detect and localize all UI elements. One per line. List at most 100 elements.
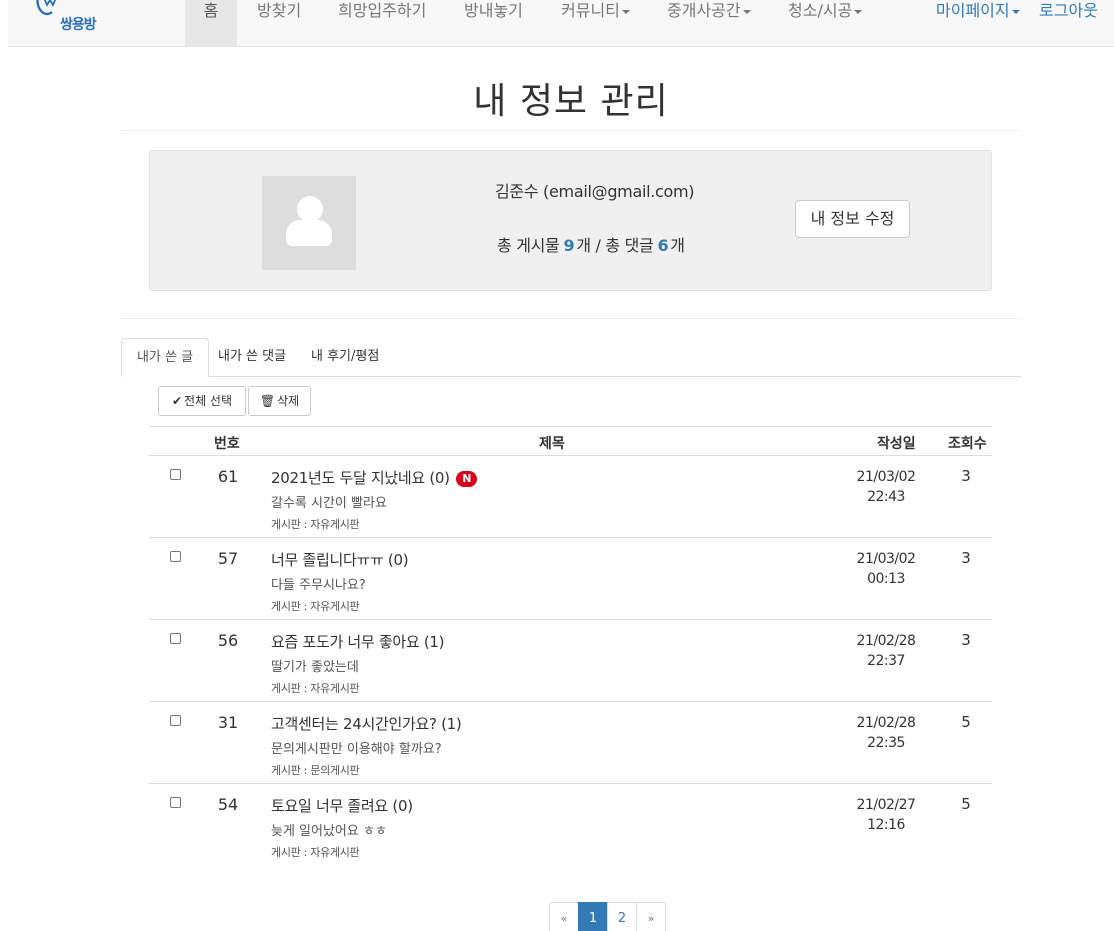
table-row[interactable]: 61 2021년도 두달 지났네요 (0) N 갈수록 시간이 빨라요 게시판 … (149, 455, 992, 537)
row-date-time: 00:13 (867, 571, 905, 587)
tab-my-posts[interactable]: 내가 쓴 글 (121, 338, 210, 377)
table-row[interactable]: 31 고객센터는 24시간인가요? (1) 문의게시판만 이용해야 할까요? 게… (149, 701, 992, 783)
chevron-down-icon (854, 9, 863, 14)
row-date: 21/02/28 22:35 (851, 713, 921, 753)
count-suffix: 개 (670, 236, 685, 255)
table-top-border (149, 426, 992, 427)
row-views: 3 (961, 549, 971, 567)
pagination-prev-button[interactable]: « (549, 902, 579, 931)
nav-list-room-label: 방내놓기 (464, 1, 523, 20)
row-board: 게시판 : 문의게시판 (271, 764, 360, 777)
house-logo-icon (36, 0, 57, 16)
divider (121, 318, 1021, 319)
tab-my-comments[interactable]: 내가 쓴 댓글 (203, 338, 301, 377)
row-summary: 다들 주무시나요? (271, 578, 366, 593)
row-board: 게시판 : 자유게시판 (271, 600, 360, 613)
select-all-button[interactable]: ✔ 전체 선택 (158, 386, 246, 416)
check-icon: ✔ (171, 394, 183, 408)
table-row[interactable]: 57 너무 졸립니다ㅠㅠ (0) 다들 주무시나요? 게시판 : 자유게시판 2… (149, 537, 992, 619)
table-row[interactable]: 56 요즘 포도가 너무 좋아요 (1) 딸기가 좋았는데 게시판 : 자유게시… (149, 619, 992, 701)
row-board: 게시판 : 자유게시판 (271, 846, 360, 859)
user-silhouette-icon (297, 196, 323, 222)
row-title-link[interactable]: 너무 졸립니다ㅠㅠ (0) (271, 549, 409, 570)
nav-cleaning-label: 청소/시공 (788, 1, 853, 20)
row-title: 요즘 포도가 너무 좋아요 (1) (271, 633, 445, 651)
nav-mypage-label: 마이페이지 (936, 1, 1010, 20)
user-stats: 총 게시물 9 개 / 총 댓글 6 개 (497, 232, 685, 256)
posts-label: 총 게시물 (497, 236, 560, 255)
row-title: 고객센터는 24시간인가요? (1) (271, 715, 462, 733)
comments-count: 6 (657, 236, 669, 255)
trash-icon: 🗑 (259, 394, 276, 408)
posts-count: 9 (563, 236, 575, 255)
row-date-day: 21/02/27 (856, 797, 916, 813)
nav-cleaning[interactable]: 청소/시공 (788, 0, 863, 46)
nav-community-label: 커뮤니티 (561, 1, 620, 20)
nav-logout[interactable]: 로그아웃 (1039, 0, 1098, 46)
row-date: 21/02/28 22:37 (851, 631, 921, 671)
row-checkbox[interactable] (170, 633, 181, 644)
pagination-next-button[interactable]: » (636, 902, 666, 931)
row-date-day: 21/03/02 (856, 469, 916, 485)
row-date: 21/03/02 22:43 (851, 467, 921, 507)
nav-find-room[interactable]: 방찾기 (257, 0, 301, 46)
row-board: 게시판 : 자유게시판 (271, 518, 360, 531)
avatar (262, 176, 356, 270)
row-checkbox[interactable] (170, 551, 181, 562)
row-title: 2021년도 두달 지났네요 (0) (271, 469, 450, 487)
tab-my-reviews[interactable]: 내 후기/평점 (296, 338, 394, 377)
row-title-link[interactable]: 요즘 포도가 너무 좋아요 (1) (271, 631, 445, 652)
top-navbar: 쌍용방 홈 방찾기 희망입주하기 방내놓기 커뮤니티 중개사공간 청소/시공 마… (8, 0, 1114, 47)
row-checkbox[interactable] (170, 797, 181, 808)
row-views: 3 (961, 631, 971, 649)
row-title: 토요일 너무 졸려요 (0) (271, 797, 413, 815)
row-number: 57 (217, 549, 239, 568)
row-title-link[interactable]: 2021년도 두달 지났네요 (0) N (271, 467, 478, 488)
pagination-page-1[interactable]: 1 (578, 902, 608, 931)
nav-home[interactable]: 홈 (185, 0, 237, 46)
nav-home-label: 홈 (203, 1, 219, 20)
profile-panel: 김준수 (email@gmail.com) 총 게시물 9 개 / 총 댓글 6 개 내… (149, 150, 992, 291)
user-name-email: 김준수 (email@gmail.com) (495, 182, 695, 201)
brand-logo-link[interactable]: 쌍용방 (20, 0, 100, 46)
row-date-day: 21/02/28 (856, 633, 916, 649)
row-number: 56 (217, 631, 239, 650)
row-date-time: 12:16 (867, 817, 905, 833)
pagination-page-2[interactable]: 2 (607, 902, 637, 931)
row-date: 21/03/02 00:13 (851, 549, 921, 589)
row-summary: 딸기가 좋았는데 (271, 660, 359, 675)
chevron-down-icon (742, 9, 751, 14)
row-date-time: 22:37 (867, 653, 905, 669)
row-views: 5 (961, 713, 971, 731)
divider (121, 130, 1021, 131)
nav-list-room[interactable]: 방내놓기 (464, 0, 523, 46)
nav-mypage[interactable]: 마이페이지 (936, 0, 1020, 46)
delete-label: 삭제 (277, 394, 300, 408)
row-date-day: 21/03/02 (856, 551, 916, 567)
nav-agency[interactable]: 중개사공간 (667, 0, 751, 46)
select-all-label: 전체 선택 (184, 394, 233, 408)
nav-find-room-label: 방찾기 (257, 1, 302, 20)
nav-wish-label: 희망입주하기 (338, 1, 427, 20)
nav-community[interactable]: 커뮤니티 (561, 0, 630, 46)
row-date-time: 22:35 (867, 735, 905, 751)
row-title-link[interactable]: 고객센터는 24시간인가요? (1) (271, 713, 462, 734)
row-date-day: 21/02/28 (856, 715, 916, 731)
row-summary: 갈수록 시간이 빨라요 (271, 496, 387, 511)
row-title-link[interactable]: 토요일 너무 졸려요 (0) (271, 795, 413, 816)
new-badge: N (456, 471, 478, 487)
edit-profile-button[interactable]: 내 정보 수정 (795, 200, 910, 238)
pagination: « 1 2 » (549, 902, 666, 931)
comments-label: 개 / 총 댓글 (576, 236, 654, 255)
row-checkbox[interactable] (170, 715, 181, 726)
row-checkbox[interactable] (170, 469, 181, 480)
header-views: 조회수 (948, 436, 987, 452)
nav-agency-label: 중개사공간 (667, 1, 741, 20)
header-no: 번호 (214, 436, 240, 452)
row-number: 31 (217, 713, 239, 732)
table-row[interactable]: 54 토요일 너무 졸려요 (0) 늦게 일어났어요 ㅎㅎ 게시판 : 자유게시… (149, 783, 992, 865)
header-date: 작성일 (877, 436, 916, 452)
delete-button[interactable]: 🗑 삭제 (248, 386, 311, 416)
row-date: 21/02/27 12:16 (851, 795, 921, 835)
nav-wish[interactable]: 희망입주하기 (338, 0, 426, 46)
